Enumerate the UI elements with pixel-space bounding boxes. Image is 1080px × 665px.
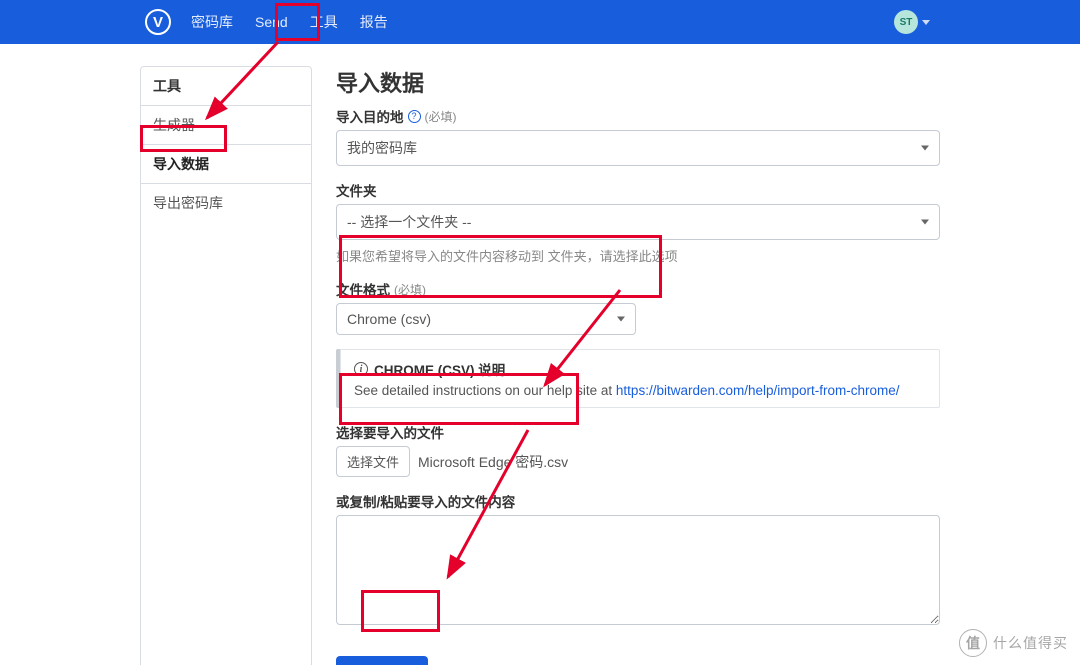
main-panel: 导入数据 导入目的地 ? (必填) 我的密码库 文件夹 - [336,66,940,665]
folder-select[interactable]: -- 选择一个文件夹 -- [336,204,940,240]
field-folder: 文件夹 -- 选择一个文件夹 -- 如果您希望将导入的文件内容移动到 文件夹，请… [336,180,940,265]
folder-hint: 如果您希望将导入的文件内容移动到 文件夹，请选择此选项 [336,246,940,265]
watermark-text: 什么值得买 [993,633,1068,653]
caret-down-icon [921,146,929,151]
info-icon: i [354,362,368,376]
folder-label: 文件夹 [336,180,377,200]
caret-down-icon [617,317,625,322]
format-required: (必填) [394,281,426,298]
choose-file-button[interactable]: 选择文件 [336,446,410,477]
sidebar-item-import[interactable]: 导入数据 [141,145,311,184]
info-title-text: CHROME (CSV) 说明 [374,359,505,379]
page-title: 导入数据 [336,66,940,98]
account-menu[interactable]: ST [894,10,930,34]
sidebar: 工具 生成器 导入数据 导出密码库 [140,66,312,665]
import-submit-button[interactable]: 导入数据 [336,656,428,665]
folder-value: -- 选择一个文件夹 -- [347,214,471,230]
nav-item-tools[interactable]: 工具 [308,8,340,36]
help-icon[interactable]: ? [408,110,421,123]
watermark: 值 什么值得买 [959,629,1068,657]
chosen-file-name: Microsoft Edge 密码.csv [418,452,568,472]
field-paste: 或复制/粘贴要导入的文件内容 [336,491,940,628]
format-value: Chrome (csv) [347,311,431,327]
paste-textarea[interactable] [336,515,940,625]
nav-left: V 密码库 Send 工具 报告 [145,8,390,36]
avatar: ST [894,10,918,34]
destination-value: 我的密码库 [347,140,417,156]
sidebar-title: 工具 [141,67,311,106]
nav-item-reports[interactable]: 报告 [358,8,390,36]
info-body-prefix: See detailed instructions on our help si… [354,383,616,398]
watermark-icon: 值 [959,629,987,657]
field-format: 文件格式 (必填) Chrome (csv) [336,279,940,335]
paste-label: 或复制/粘贴要导入的文件内容 [336,491,515,511]
field-destination: 导入目的地 ? (必填) 我的密码库 [336,106,940,166]
nav-item-send[interactable]: Send [253,10,290,34]
format-label: 文件格式 [336,279,390,299]
info-link[interactable]: https://bitwarden.com/help/import-from-c… [616,383,900,398]
nav-item-vault[interactable]: 密码库 [189,8,235,36]
destination-label: 导入目的地 [336,106,404,126]
info-body: See detailed instructions on our help si… [354,383,926,398]
content-container: 工具 生成器 导入数据 导出密码库 导入数据 导入目的地 ? (必填) 我的密码… [0,44,1080,665]
caret-down-icon [921,220,929,225]
chevron-down-icon [922,20,930,25]
field-file: 选择要导入的文件 选择文件 Microsoft Edge 密码.csv [336,422,940,477]
destination-required: (必填) [425,108,457,125]
top-nav: V 密码库 Send 工具 报告 ST [0,0,1080,44]
sidebar-item-export[interactable]: 导出密码库 [141,184,311,222]
format-select[interactable]: Chrome (csv) [336,303,636,335]
format-info-box: i CHROME (CSV) 说明 See detailed instructi… [336,349,940,408]
destination-select[interactable]: 我的密码库 [336,130,940,166]
file-label: 选择要导入的文件 [336,422,444,442]
sidebar-item-generator[interactable]: 生成器 [141,106,311,145]
logo-icon[interactable]: V [145,9,171,35]
